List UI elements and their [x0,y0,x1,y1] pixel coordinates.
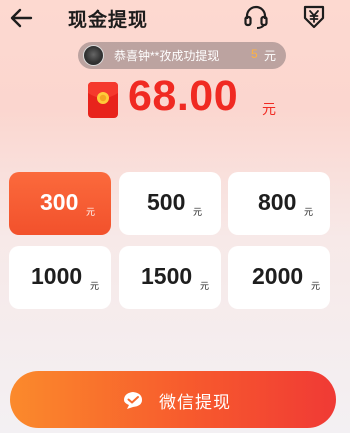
withdraw-notice-banner: 恭喜钟**孜成功提现 5 元 [78,42,286,69]
amount-option-1000[interactable]: 1000 元 [9,246,111,309]
avatar [83,45,104,66]
option-unit: 元 [86,207,96,217]
amount-option-300[interactable]: 300 元 [9,172,111,235]
wechat-icon [124,392,142,409]
amount-option-1500[interactable]: 1500 元 [119,246,221,309]
balance-amount: 68.00 [128,72,239,120]
option-unit: 元 [193,207,203,217]
option-unit: 元 [90,281,100,291]
balance-unit: 元 [262,101,276,117]
headset-icon[interactable] [242,3,270,31]
option-value: 300 [40,189,79,215]
option-value: 500 [147,189,186,215]
wechat-withdraw-button[interactable]: 微信提现 [10,371,336,428]
option-value: 1000 [31,263,83,289]
wechat-withdraw-label: 微信提现 [159,393,231,412]
option-value: 2000 [252,263,304,289]
option-unit: 元 [200,281,210,291]
arrow-left-icon[interactable] [6,3,36,33]
amount-option-800[interactable]: 800 元 [228,172,330,235]
notice-amount: 5 [251,47,258,61]
option-unit: 元 [311,281,321,291]
yen-down-icon[interactable] [300,3,328,31]
amount-option-500[interactable]: 500 元 [119,172,221,235]
red-packet-icon [88,82,118,118]
option-value: 1500 [141,263,193,289]
notice-text: 恭喜钟**孜成功提现 [114,49,220,63]
option-unit: 元 [304,207,314,217]
header: 现金提现 [0,0,350,36]
page-title: 现金提现 [68,10,149,31]
amount-option-2000[interactable]: 2000 元 [228,246,330,309]
option-value: 800 [258,189,297,215]
notice-unit: 元 [264,49,277,63]
